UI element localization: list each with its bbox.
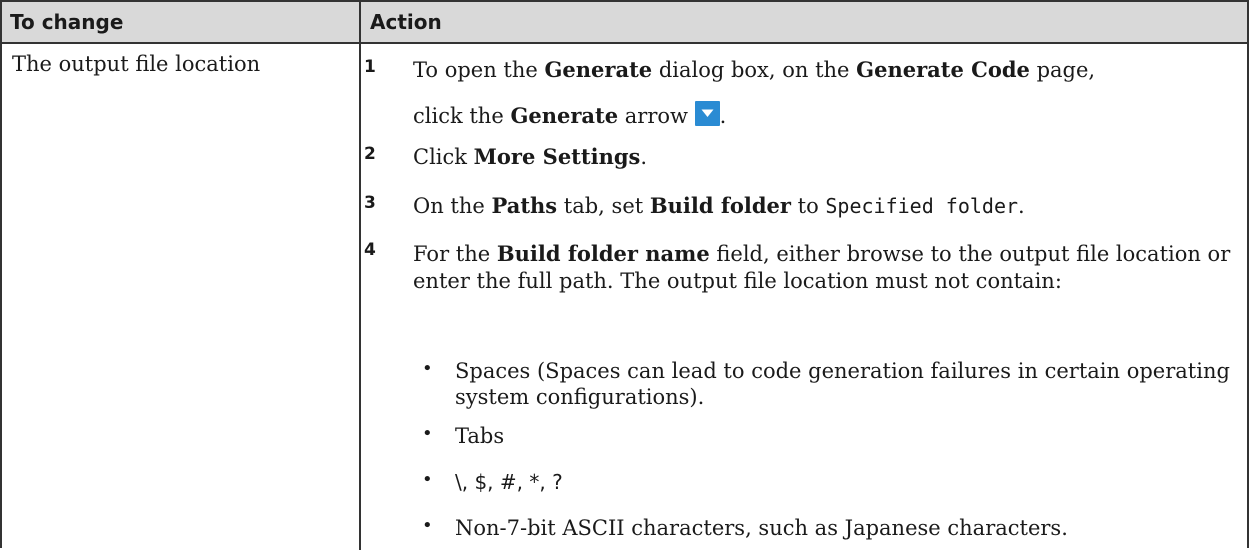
step-text: On the Paths tab, set Build folder to Sp… — [413, 193, 1233, 219]
text: Click — [413, 145, 474, 169]
bullet-marker: • — [422, 358, 433, 379]
table-header: To change Action — [2, 2, 1247, 44]
text-bold: Generate — [544, 57, 653, 82]
text: page, — [1029, 58, 1096, 82]
text: . — [1018, 194, 1025, 218]
text: For the — [413, 242, 497, 266]
step-number: 1 — [364, 57, 376, 77]
text: To open the — [413, 58, 545, 82]
text-bold: Generate Code — [856, 57, 1030, 82]
text: On the — [413, 194, 492, 218]
bullet-marker: • — [422, 515, 433, 536]
step-number: 4 — [364, 240, 376, 260]
text: dialog box, on the — [652, 58, 857, 82]
text: . — [719, 104, 727, 128]
step-number: 3 — [364, 193, 376, 213]
text: click the — [413, 104, 511, 128]
bullet-marker: • — [422, 423, 433, 444]
text-bold: Build folder — [649, 193, 791, 218]
step-text: Click More Settings. — [413, 144, 1233, 170]
bullet-text: Spaces (Spaces can lead to code generati… — [455, 359, 1230, 409]
header-to-change: To change — [10, 10, 124, 34]
text-bold: Build folder name — [496, 241, 710, 266]
step-text: For the Build folder name field, either … — [413, 240, 1233, 295]
step-number: 2 — [364, 144, 376, 164]
text: . — [640, 145, 648, 169]
row-label: The output file location — [12, 52, 261, 76]
code-value: Specified folder — [825, 194, 1019, 218]
text-bold: Generate — [510, 103, 619, 128]
options-table: To change Action The output file locatio… — [0, 0, 1249, 550]
text: arrow — [618, 104, 695, 128]
bullet-text: \, $, #, *, ? — [455, 470, 563, 494]
dropdown-arrow-icon — [694, 101, 720, 126]
bullet-text: Non-7-bit ASCII characters, such as Japa… — [455, 516, 1068, 540]
step-text: To open the Generate dialog box, on the … — [413, 57, 1233, 83]
column-divider — [359, 2, 361, 550]
bullet-marker: • — [422, 469, 433, 490]
text-bold: More Settings — [473, 144, 641, 169]
header-action: Action — [370, 10, 442, 34]
bullet-text: Tabs — [455, 424, 505, 448]
text: tab, set — [557, 194, 650, 218]
text: to — [790, 194, 826, 218]
text-bold: Paths — [491, 193, 558, 218]
step-text-line2: click the Generate arrow . — [413, 101, 1233, 129]
